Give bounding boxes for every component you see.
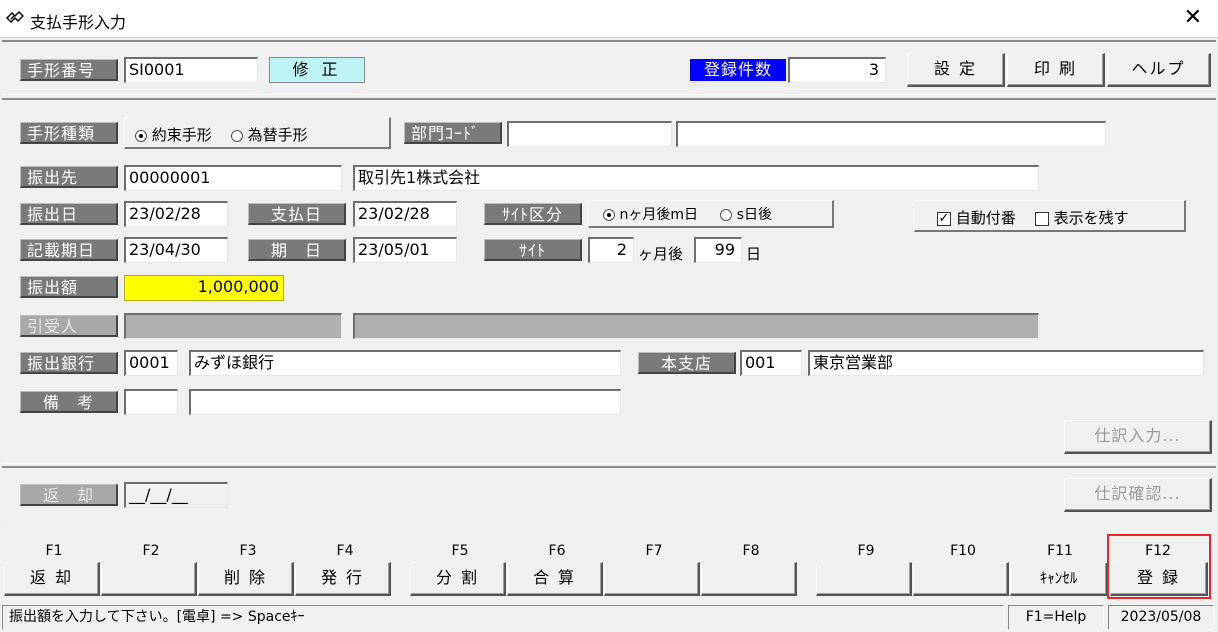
reg-count-label: 登録件数 — [690, 59, 786, 81]
radio-exchange-label: 為替手形 — [247, 126, 308, 144]
branch-label: 本支店 — [638, 352, 736, 374]
return-label: 返 却 — [20, 484, 118, 506]
f2-button[interactable] — [101, 562, 197, 596]
f8-button[interactable] — [701, 562, 797, 596]
title-bar: 支払手形入力 ✕ — [0, 0, 1218, 38]
f3-delete-button[interactable]: 削 除 — [198, 562, 294, 596]
bank-name-input[interactable]: みずほ銀行 — [189, 350, 621, 376]
keep-display-label: 表示を残す — [1053, 209, 1129, 227]
fkey-label-f1: F1 — [45, 543, 63, 559]
status-help: F1=Help — [1008, 605, 1104, 630]
keep-display-checkbox[interactable] — [1034, 211, 1049, 226]
bank-label: 振出銀行 — [20, 352, 118, 374]
dept-code-input[interactable] — [507, 121, 672, 147]
fkey-label-f4: F4 — [336, 543, 354, 559]
fkey-label-f6: F6 — [548, 543, 566, 559]
branch-code-input[interactable]: 001 — [740, 350, 802, 376]
f11-cancel-button[interactable]: ｷｬﾝｾﾙ — [1010, 562, 1108, 596]
f6-merge-button[interactable]: 合 算 — [507, 562, 603, 596]
options-group: ✓ 自動付番 表示を残す — [914, 200, 1186, 232]
bill-no-input[interactable]: SI0001 — [124, 57, 258, 83]
site-label: ｻｲﾄ — [484, 239, 582, 261]
status-message: 振出額を入力して下さい。[電卓] => Spaceｷｰ — [2, 605, 1004, 630]
acceptor-code-input — [124, 313, 342, 339]
app-icon — [6, 10, 24, 24]
bill-type-label: 手形種類 — [20, 122, 118, 144]
amount-label: 振出額 — [20, 276, 118, 298]
fkey-label-f3: F3 — [239, 543, 257, 559]
journal-entry-button[interactable]: 仕訳入力... — [1064, 420, 1212, 454]
f1-return-button[interactable]: 返 却 — [4, 562, 100, 596]
due-date-input[interactable]: 23/05/01 — [353, 237, 457, 263]
help-button[interactable]: ヘルプ — [1107, 53, 1211, 87]
pay-date-label: 支払日 — [248, 203, 346, 225]
pay-date-input[interactable]: 23/02/28 — [353, 201, 457, 227]
site-months-unit: ヶ月後 — [638, 245, 684, 263]
print-button[interactable]: 印 刷 — [1007, 53, 1105, 87]
auto-number-label: 自動付番 — [955, 209, 1016, 227]
payee-label: 振出先 — [20, 166, 118, 188]
close-icon[interactable]: ✕ — [1184, 6, 1202, 30]
fkey-label-f8: F8 — [742, 543, 760, 559]
memo-label: 備 考 — [20, 391, 118, 413]
highlight-box — [1107, 534, 1211, 599]
dept-code-label: 部門ｺｰﾄﾞ — [404, 122, 502, 144]
mode-badge: 修 正 — [269, 57, 365, 83]
entry-date-input[interactable]: 23/04/30 — [124, 237, 228, 263]
radio-exchange[interactable] — [230, 129, 243, 142]
amount-input[interactable]: 1,000,000 — [124, 275, 284, 301]
radio-months-days-label: nヶ月後m日 — [619, 207, 698, 223]
site-months-input[interactable]: 2 — [588, 237, 634, 263]
f7-button[interactable] — [604, 562, 700, 596]
radio-months-days[interactable] — [603, 209, 615, 221]
f5-split-button[interactable]: 分 割 — [410, 562, 506, 596]
return-date-input: __/__/__ — [124, 482, 228, 508]
dept-name-input[interactable] — [676, 121, 1106, 147]
fkey-label-f9: F9 — [857, 543, 875, 559]
journal-confirm-button[interactable]: 仕訳確認... — [1064, 478, 1212, 512]
fkey-label-f11: F11 — [1047, 543, 1073, 559]
bill-type-radio-group: 約束手形 為替手形 — [124, 117, 391, 149]
radio-promissory[interactable] — [135, 129, 147, 142]
branch-name-input[interactable]: 東京営業部 — [808, 350, 1204, 376]
issue-date-label: 振出日 — [20, 203, 118, 225]
payee-name-input[interactable]: 取引先1株式会社 — [353, 165, 1039, 191]
due-date-label: 期 日 — [248, 239, 346, 261]
memo-code-input[interactable] — [124, 389, 178, 415]
acceptor-label: 引受人 — [20, 315, 118, 337]
f4-issue-button[interactable]: 発 行 — [295, 562, 391, 596]
issue-date-input[interactable]: 23/02/28 — [124, 201, 228, 227]
fkey-label-f2: F2 — [142, 543, 160, 559]
site-days-unit: 日 — [746, 245, 762, 263]
f10-button[interactable] — [913, 562, 1009, 596]
reg-count-value: 3 — [788, 57, 886, 83]
bank-code-input[interactable]: 0001 — [124, 350, 178, 376]
memo-text-input[interactable] — [189, 389, 621, 415]
site-days-input[interactable]: 99 — [694, 237, 742, 263]
auto-number-checkbox[interactable]: ✓ — [937, 211, 951, 226]
radio-days-after[interactable] — [720, 209, 733, 221]
window-title: 支払手形入力 — [30, 13, 127, 32]
entry-date-label: 記載期日 — [20, 239, 118, 261]
fkey-label-f10: F10 — [950, 543, 976, 559]
acceptor-name-input — [353, 313, 1039, 339]
status-date: 2023/05/08 — [1108, 605, 1214, 630]
radio-promissory-label: 約束手形 — [151, 126, 212, 144]
bill-no-label: 手形番号 — [20, 59, 118, 81]
site-type-radio-group: nヶ月後m日 s日後 — [588, 200, 834, 228]
fkey-label-f5: F5 — [451, 543, 469, 559]
f9-button[interactable] — [816, 562, 912, 596]
radio-days-after-label: s日後 — [736, 207, 772, 223]
payee-code-input[interactable]: 00000001 — [124, 165, 342, 191]
status-bar: 振出額を入力して下さい。[電卓] => Spaceｷｰ F1=Help 2023… — [0, 603, 1218, 632]
site-type-label: ｻｲﾄ区分 — [484, 203, 582, 225]
fkey-label-f7: F7 — [645, 543, 663, 559]
settings-button[interactable]: 設 定 — [907, 53, 1005, 87]
